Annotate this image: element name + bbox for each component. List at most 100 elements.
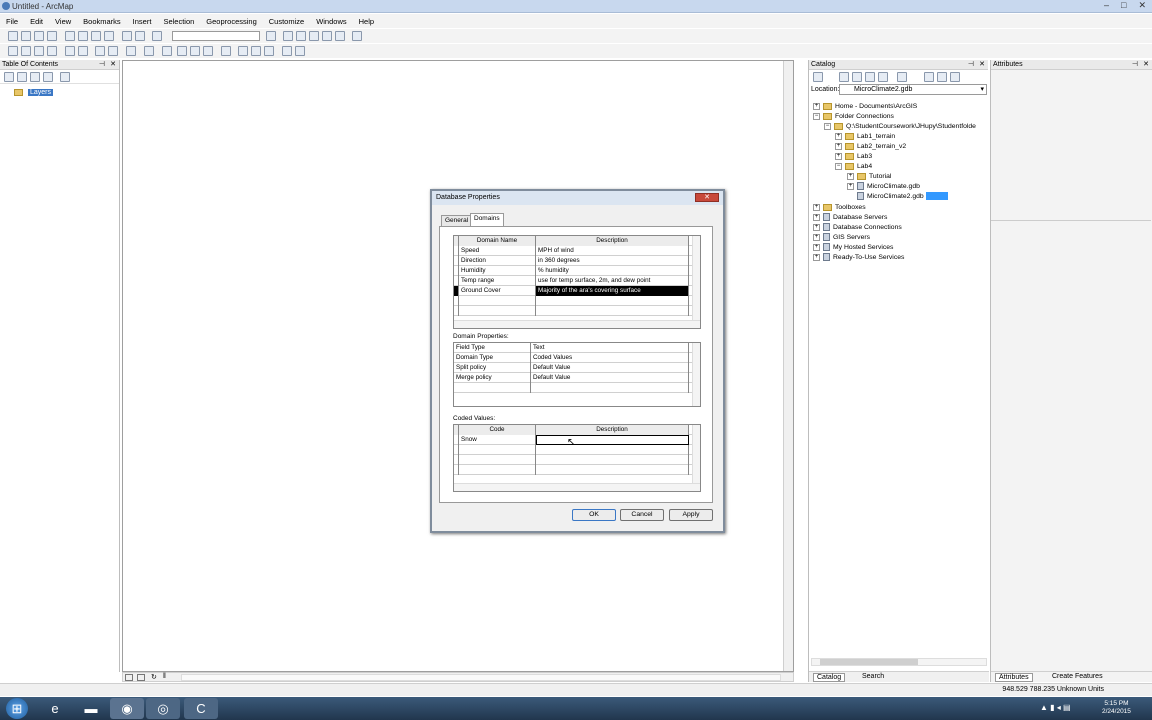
property-row[interactable]: Domain Type Coded Values [454, 353, 694, 363]
copy-icon[interactable] [78, 31, 88, 41]
toc-icon[interactable] [283, 31, 293, 41]
cut-icon[interactable] [65, 31, 75, 41]
menu-file[interactable]: File [0, 17, 24, 26]
tree-item-db-servers[interactable]: + Database Servers [813, 213, 887, 223]
table-row[interactable]: Speed MPH of wind [454, 246, 694, 256]
close-icon[interactable]: ✕ [979, 60, 985, 70]
sync-icon[interactable] [937, 72, 947, 82]
viewer-icon[interactable] [282, 46, 292, 56]
fixed-zoom-in-icon[interactable] [65, 46, 75, 56]
forward-icon[interactable] [108, 46, 118, 56]
delete-icon[interactable] [104, 31, 114, 41]
tab-domains[interactable]: Domains [470, 213, 504, 226]
ok-button[interactable]: OK [572, 509, 616, 521]
views-icon[interactable] [897, 72, 907, 82]
coded-vertical-scrollbar[interactable] [692, 425, 700, 483]
table-row[interactable]: Temp range use for temp surface, 2m, and… [454, 276, 694, 286]
domains-vertical-scrollbar[interactable] [692, 236, 700, 320]
location-combo[interactable]: MicroClimate2.gdb ▾ [839, 84, 987, 95]
pin-icon[interactable]: ⊣ [1132, 60, 1138, 70]
identify-icon[interactable] [177, 46, 187, 56]
expand-icon[interactable]: + [847, 172, 854, 180]
back-icon[interactable] [95, 46, 105, 56]
layout-view-icon[interactable] [137, 674, 145, 681]
tree-item-folder-connections[interactable]: − Folder Connections [813, 112, 894, 122]
time-slider-icon[interactable] [264, 46, 274, 56]
up-icon[interactable] [839, 72, 849, 82]
html-popup-icon[interactable] [203, 46, 213, 56]
zoom-in-icon[interactable] [8, 46, 18, 56]
fixed-zoom-out-icon[interactable] [78, 46, 88, 56]
hyperlink-icon[interactable] [190, 46, 200, 56]
modelbuilder-icon[interactable] [352, 31, 362, 41]
close-icon[interactable]: ✕ [110, 60, 116, 70]
python-icon[interactable] [335, 31, 345, 41]
chrome-icon[interactable]: ◉ [110, 698, 144, 719]
new-folder-icon[interactable] [924, 72, 934, 82]
table-row[interactable]: Direction in 360 degrees [454, 256, 694, 266]
expand-icon[interactable]: + [813, 213, 820, 221]
pan-icon[interactable] [34, 46, 44, 56]
tree-item-toolboxes[interactable]: + Toolboxes [813, 203, 866, 213]
property-row[interactable]: Field Type Text [454, 343, 694, 353]
table-row[interactable] [454, 465, 694, 475]
layers-item[interactable]: Layers [14, 89, 53, 97]
table-row[interactable] [454, 306, 694, 316]
tree-item-ready[interactable]: + Ready-To-Use Services [813, 253, 904, 263]
tree-item-gis-servers[interactable]: + GIS Servers [813, 233, 870, 243]
tree-item-hosted[interactable]: + My Hosted Services [813, 243, 893, 253]
tree-item-db-connections[interactable]: + Database Connections [813, 223, 902, 233]
properties-vertical-scrollbar[interactable] [692, 343, 700, 406]
collapse-icon[interactable]: − [824, 122, 831, 130]
menu-view[interactable]: View [49, 17, 77, 26]
expand-icon[interactable]: + [813, 203, 820, 211]
scroll-thumb[interactable] [820, 659, 918, 665]
expand-icon[interactable]: + [847, 182, 854, 190]
expand-icon[interactable]: + [813, 223, 820, 231]
options-icon[interactable] [60, 72, 70, 82]
menu-windows[interactable]: Windows [310, 17, 352, 26]
undo-icon[interactable] [122, 31, 132, 41]
open-icon[interactable] [21, 31, 31, 41]
close-icon[interactable]: ✕ [695, 193, 719, 202]
arctoolbox-icon[interactable] [322, 31, 332, 41]
add-data-icon[interactable] [152, 31, 162, 41]
tree-item-lab4[interactable]: − Lab4 [835, 162, 872, 172]
property-row[interactable]: Merge policy Default Value [454, 373, 694, 383]
list-by-drawing-order-icon[interactable] [4, 72, 14, 82]
paste-icon[interactable] [91, 31, 101, 41]
maximize-icon[interactable]: □ [1121, 0, 1126, 11]
new-icon[interactable] [8, 31, 18, 41]
menu-customize[interactable]: Customize [263, 17, 310, 26]
menu-selection[interactable]: Selection [157, 17, 200, 26]
redo-icon[interactable] [135, 31, 145, 41]
chevron-down-icon[interactable]: ▾ [980, 85, 984, 95]
list-by-visibility-icon[interactable] [30, 72, 40, 82]
tab-general[interactable]: General [441, 215, 473, 226]
map-vertical-scrollbar[interactable] [783, 61, 793, 671]
options-icon[interactable] [950, 72, 960, 82]
pause-drawing-icon[interactable]: ‖ [163, 673, 166, 680]
clear-selection-icon[interactable] [144, 46, 154, 56]
camtasia-icon[interactable]: C [184, 698, 218, 719]
find-icon[interactable] [238, 46, 248, 56]
property-row[interactable]: Split policy Default Value [454, 363, 694, 373]
measure-icon[interactable] [221, 46, 231, 56]
pin-icon[interactable]: ⊣ [968, 60, 974, 70]
table-row[interactable] [454, 455, 694, 465]
minimize-icon[interactable]: – [1104, 0, 1109, 11]
menu-geoprocessing[interactable]: Geoprocessing [200, 17, 262, 26]
pin-icon[interactable]: ⊣ [99, 60, 105, 70]
tree-item-lab1[interactable]: + Lab1_terrain [835, 132, 895, 142]
table-row-selected[interactable]: Ground Cover Majority of the ara's cover… [454, 286, 694, 296]
list-by-source-icon[interactable] [17, 72, 27, 82]
cancel-button[interactable]: Cancel [620, 509, 664, 521]
expand-icon[interactable]: + [835, 152, 842, 160]
expand-icon[interactable]: + [813, 102, 820, 110]
menu-edit[interactable]: Edit [24, 17, 49, 26]
tree-item-microclimate2[interactable]: MicroClimate2.gdb [857, 192, 948, 202]
close-icon[interactable]: ✕ [1143, 60, 1149, 70]
menu-bookmarks[interactable]: Bookmarks [77, 17, 127, 26]
print-icon[interactable] [47, 31, 57, 41]
editor-icon[interactable] [266, 31, 276, 41]
